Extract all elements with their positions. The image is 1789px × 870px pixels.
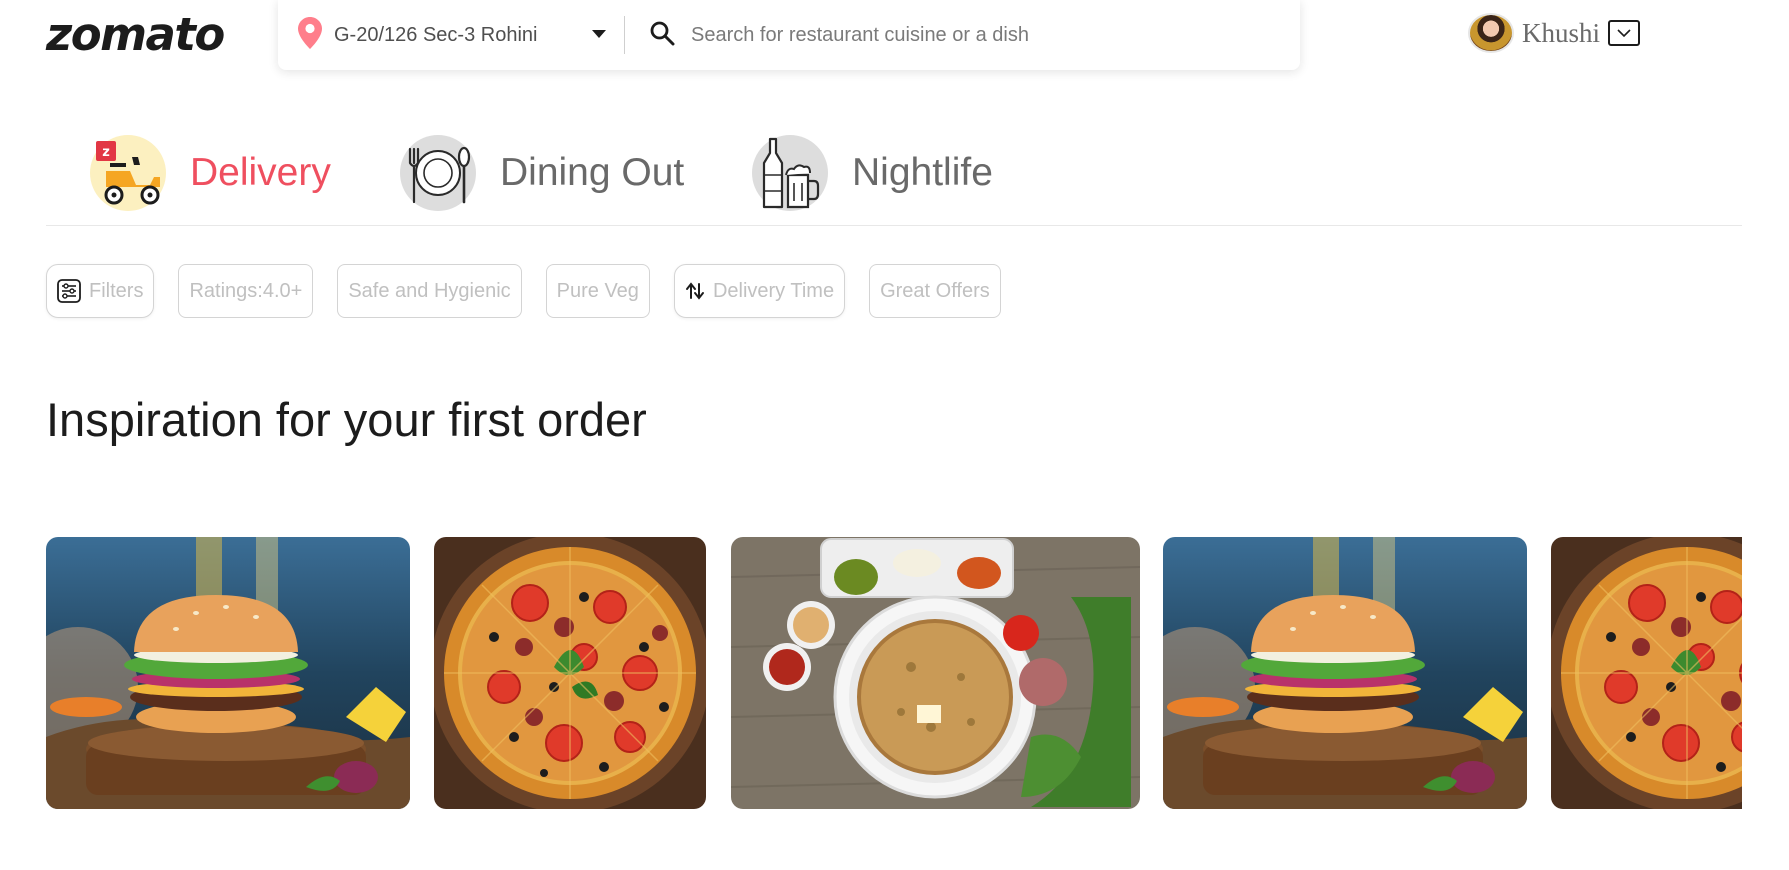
- filter-bar: Filters Ratings:4.0+ Safe and Hygienic P…: [46, 264, 1025, 320]
- inspiration-carousel: [46, 537, 1742, 809]
- location-text: G-20/126 Sec-3 Rohini: [334, 23, 538, 46]
- sort-arrows-icon: [685, 281, 705, 301]
- location-selector[interactable]: G-20/126 Sec-3 Rohini: [278, 0, 624, 70]
- filter-great-offers[interactable]: Great Offers: [869, 264, 1001, 318]
- plate-cutlery-icon: [400, 135, 476, 211]
- category-tabs: z Delivery Dining Out Nightlife: [46, 120, 1742, 226]
- filter-ratings[interactable]: Ratings:4.0+: [178, 264, 314, 318]
- location-pin-icon: [298, 16, 322, 54]
- search-icon: [649, 20, 675, 51]
- scooter-icon: z: [90, 135, 166, 211]
- carousel-card-burger[interactable]: [1163, 537, 1527, 809]
- tab-nightlife[interactable]: Nightlife: [752, 135, 993, 211]
- chip-label: Filters: [89, 279, 144, 302]
- chip-label: Delivery Time: [712, 279, 835, 302]
- zomato-logo[interactable]: zomato: [46, 8, 225, 61]
- chip-label: Great Offers: [880, 279, 990, 302]
- carousel-card-pizza[interactable]: [1551, 537, 1742, 809]
- burger-image: [1163, 537, 1527, 809]
- paratha-thali-image: [731, 537, 1140, 809]
- filters-button[interactable]: Filters: [46, 264, 155, 318]
- pizza-image: [434, 537, 706, 809]
- search-input[interactable]: [691, 23, 1251, 47]
- svg-text:z: z: [102, 145, 110, 160]
- pizza-image: [1551, 537, 1742, 809]
- bottle-beer-icon: [752, 135, 828, 211]
- carousel-card-paratha[interactable]: [731, 537, 1140, 809]
- filter-safe-hygienic[interactable]: Safe and Hygienic: [337, 264, 522, 318]
- section-title: Inspiration for your first order: [46, 393, 647, 446]
- tab-label: Nightlife: [852, 151, 993, 194]
- tab-label: Delivery: [190, 151, 331, 194]
- tab-delivery[interactable]: z Delivery: [90, 135, 331, 211]
- chip-label: Safe and Hygienic: [348, 279, 511, 302]
- user-name: Khushi: [1522, 17, 1601, 48]
- search-bar: G-20/126 Sec-3 Rohini: [278, 0, 1300, 70]
- chevron-down-icon[interactable]: [592, 30, 606, 38]
- tab-label: Dining Out: [500, 151, 685, 194]
- chip-label: Pure Veg: [556, 279, 639, 302]
- filter-pure-veg[interactable]: Pure Veg: [545, 264, 650, 318]
- burger-image: [46, 537, 410, 809]
- search-field[interactable]: [625, 0, 1300, 70]
- chip-label: Ratings:4.0+: [189, 279, 303, 302]
- chevron-down-icon[interactable]: [1608, 20, 1641, 46]
- tab-dining-out[interactable]: Dining Out: [400, 135, 684, 211]
- carousel-card-burger[interactable]: [46, 537, 410, 809]
- sort-delivery-time[interactable]: Delivery Time: [673, 264, 846, 318]
- user-menu[interactable]: Khushi: [1468, 13, 1641, 53]
- avatar: [1468, 13, 1514, 53]
- carousel-card-pizza[interactable]: [434, 537, 706, 809]
- filter-sliders-icon: [57, 279, 81, 303]
